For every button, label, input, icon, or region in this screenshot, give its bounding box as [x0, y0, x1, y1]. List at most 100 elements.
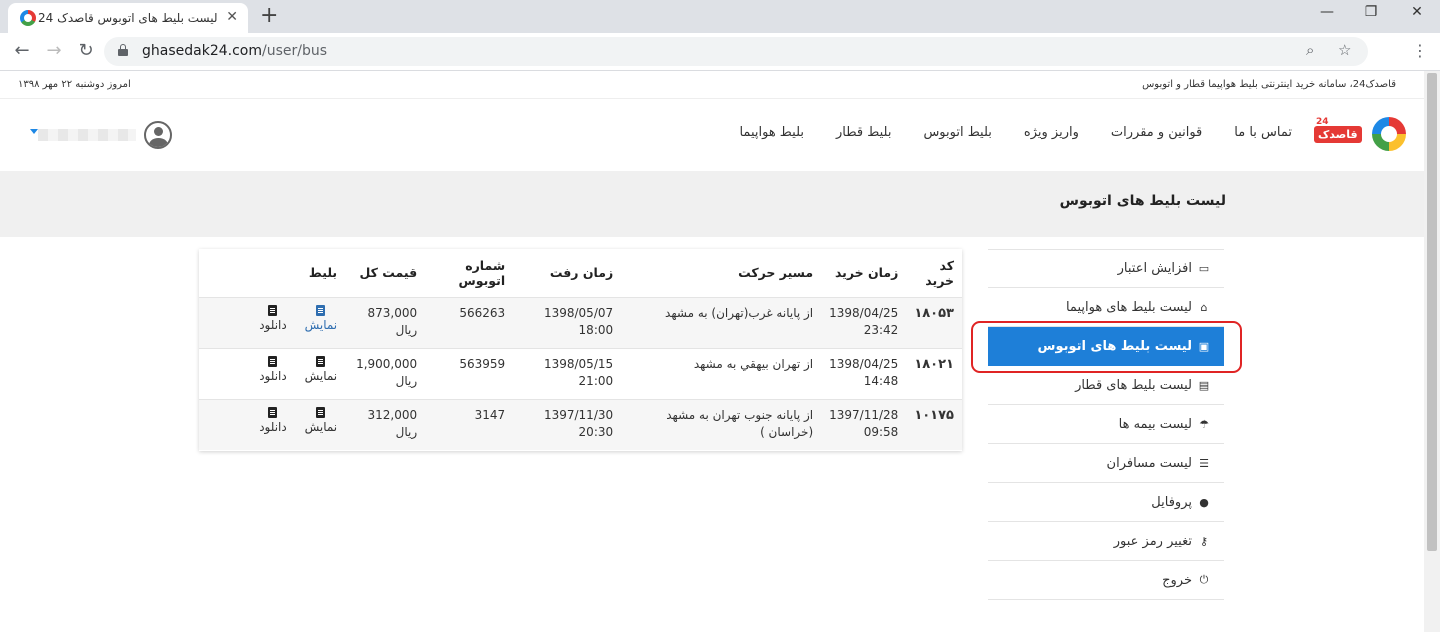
download-ticket-button[interactable]: دانلود — [259, 304, 287, 334]
column-header-ticket: بلیط — [308, 265, 338, 281]
lock-icon — [118, 44, 128, 57]
purchase-code: ۱۰۱۷۵ — [906, 398, 962, 450]
ticket-actions: نمایش دانلود — [199, 398, 346, 450]
power-icon: ⏻ — [1199, 573, 1209, 586]
nav-link-special-deposit[interactable]: واریز ویژه — [1024, 125, 1079, 140]
bus-tickets-table: کد خرید زمان خرید مسیر حرکت زمان رفت شما… — [199, 249, 962, 450]
key-icon: ⚷ — [1199, 534, 1209, 548]
forward-icon[interactable]: → — [42, 40, 66, 61]
nav-link-bus[interactable]: بلیط اتوبوس — [923, 125, 991, 140]
minimize-icon[interactable]: — — [1317, 4, 1337, 20]
total-price: 873,000 ریال — [345, 296, 426, 348]
sidebar-item-label: خروج — [1162, 572, 1192, 588]
user-icon: ● — [1199, 495, 1209, 509]
bus-number: 3147 — [425, 398, 514, 450]
route: از پایانه غرب(تهران) به مشهد — [621, 296, 822, 348]
top-info-bar: قاصدک24، سامانه خرید اینترنتی بلیط هواپی… — [0, 71, 1424, 99]
departure-time: 1398/05/15 21:00 — [513, 347, 622, 399]
document-icon — [316, 406, 326, 418]
document-icon — [316, 304, 326, 316]
scrollbar-thumb[interactable] — [1427, 73, 1437, 551]
new-tab-icon[interactable]: + — [260, 4, 278, 28]
umbrella-icon: ☂ — [1199, 417, 1209, 431]
browser-tab[interactable]: لیست بلیط های اتوبوس قاصدک 24 ✕ — [8, 3, 248, 33]
total-price: 1,900,000 ریال — [345, 347, 426, 399]
tickets-card: کد خرید زمان خرید مسیر حرکت زمان رفت شما… — [199, 249, 962, 451]
column-header-bus-number: شماره اتوبوس — [458, 257, 506, 288]
reload-icon[interactable]: ↻ — [74, 40, 98, 61]
sidebar-item-label: لیست بلیط های قطار — [1075, 377, 1192, 393]
column-header-departure-time: زمان رفت — [549, 265, 614, 281]
battery-icon: ▭ — [1198, 262, 1210, 275]
logo-circle-icon — [1372, 117, 1406, 151]
browser-menu-icon[interactable]: ⋮ — [1412, 41, 1428, 60]
browser-tabstrip: لیست بلیط های اتوبوس قاصدک 24 ✕ + — ❐ ✕ — [0, 0, 1440, 33]
purchase-code: ۱۸۰۵۳ — [906, 296, 962, 348]
table-row: ۱۰۱۷۵ 1397/11/28 09:58 از پایانه جنوب تهر… — [199, 398, 962, 450]
column-header-route: مسیر حرکت — [738, 265, 814, 281]
bus-number: 566263 — [425, 296, 514, 348]
download-ticket-button[interactable]: دانلود — [259, 355, 287, 385]
nav-links: بلیط هواپیما بلیط قطار بلیط اتوبوس واریز… — [739, 125, 1292, 140]
table-row: ۱۸۰۲۱ 1398/04/25 14:48 از تهران بیهقي به … — [199, 347, 962, 399]
sidebar-item-profile[interactable]: ● پروفایل — [988, 483, 1224, 522]
close-tab-icon[interactable]: ✕ — [226, 9, 238, 25]
purchase-code: ۱۸۰۲۱ — [906, 347, 962, 399]
page-title: لیست بلیط های اتوبوس — [1059, 193, 1226, 209]
page-scrollbar[interactable] — [1424, 71, 1440, 632]
column-header-code: کد خرید — [925, 257, 954, 288]
url-text[interactable]: ghasedak24.com/user/bus — [142, 43, 327, 59]
today-date: امروز دوشنبه ۲۲ مهر ۱۳۹۸ — [18, 79, 131, 90]
purchase-time: 1398/04/25 23:42 — [821, 296, 907, 348]
route: از پایانه جنوب تهران به مشهد (خراسان ) — [621, 398, 822, 450]
sidebar-item-label: افزایش اعتبار — [1117, 261, 1192, 276]
sidebar-item-change-password[interactable]: ⚷ تغییر رمز عبور — [988, 522, 1224, 561]
close-window-icon[interactable]: ✕ — [1407, 4, 1427, 20]
purchase-time: 1398/04/25 14:48 — [821, 347, 907, 399]
departure-time: 1398/05/07 18:00 — [513, 296, 622, 348]
back-icon[interactable]: ← — [10, 40, 34, 61]
view-ticket-button[interactable]: نمایش — [305, 406, 337, 436]
page-title-banner: لیست بلیط های اتوبوس — [0, 171, 1424, 237]
site-slogan: قاصدک24، سامانه خرید اینترنتی بلیط هواپی… — [1142, 79, 1396, 90]
sidebar-item-label: لیست بلیط های هواپیما — [1065, 299, 1192, 315]
sidebar-item-logout[interactable]: ⏻ خروج — [988, 561, 1224, 600]
document-icon — [268, 355, 278, 367]
maximize-icon[interactable]: ❐ — [1361, 4, 1381, 20]
ticket-actions: نمایش دانلود — [199, 296, 346, 348]
zoom-icon[interactable]: ⌕ — [1306, 41, 1314, 59]
table-row: ۱۸۰۵۳ 1398/04/25 23:42 از پایانه غرب(تهرا… — [199, 296, 962, 348]
site-logo[interactable]: 24 قاصدک — [1312, 117, 1406, 153]
user-menu-caret-icon[interactable] — [30, 129, 38, 134]
nav-link-rules[interactable]: قوانین و مقررات — [1111, 125, 1202, 140]
sidebar-item-label: تغییر رمز عبور — [1113, 533, 1192, 549]
sidebar-item-passengers[interactable]: ☰ لیست مسافران — [988, 444, 1224, 483]
ticket-actions: نمایش دانلود — [199, 347, 346, 399]
user-name-redacted — [38, 129, 136, 141]
user-menu[interactable] — [30, 121, 172, 151]
nav-link-contact[interactable]: تماس با ما — [1234, 125, 1292, 140]
bus-number: 563959 — [425, 347, 514, 399]
purchase-time: 1397/11/28 09:58 — [821, 398, 907, 450]
view-ticket-button[interactable]: نمایش — [305, 304, 337, 334]
tab-title: لیست بلیط های اتوبوس قاصدک 24 — [38, 11, 218, 25]
nav-link-flight[interactable]: بلیط هواپیما — [739, 125, 804, 140]
browser-toolbar: ← → ↻ ghasedak24.com/user/bus ⌕ ☆ ⋮ — [0, 33, 1440, 71]
site-favicon-icon — [20, 10, 36, 26]
view-ticket-button[interactable]: نمایش — [305, 355, 337, 385]
logo-wordmark: قاصدک — [1314, 126, 1362, 143]
bookmark-star-icon[interactable]: ☆ — [1338, 41, 1351, 59]
avatar-icon[interactable] — [144, 121, 172, 149]
download-ticket-button[interactable]: دانلود — [259, 406, 287, 436]
address-bar[interactable]: ghasedak24.com/user/bus ⌕ ☆ — [104, 37, 1368, 66]
main-navigation: 24 قاصدک بلیط هواپیما بلیط قطار بلیط اتو… — [0, 99, 1424, 171]
nav-link-train[interactable]: بلیط قطار — [836, 125, 891, 140]
sidebar-item-insurance[interactable]: ☂ لیست بیمه ها — [988, 405, 1224, 444]
sidebar-item-label: لیست مسافران — [1106, 455, 1192, 471]
annotation-highlight-box — [971, 321, 1242, 373]
sidebar-item-increase-credit[interactable]: ▭ افزایش اعتبار — [988, 249, 1224, 288]
sidebar-item-label: لیست بیمه ها — [1118, 416, 1192, 432]
total-price: 312,000 ریال — [345, 398, 426, 450]
list-icon: ☰ — [1199, 456, 1209, 470]
column-header-purchase-time: زمان خرید — [834, 265, 899, 281]
